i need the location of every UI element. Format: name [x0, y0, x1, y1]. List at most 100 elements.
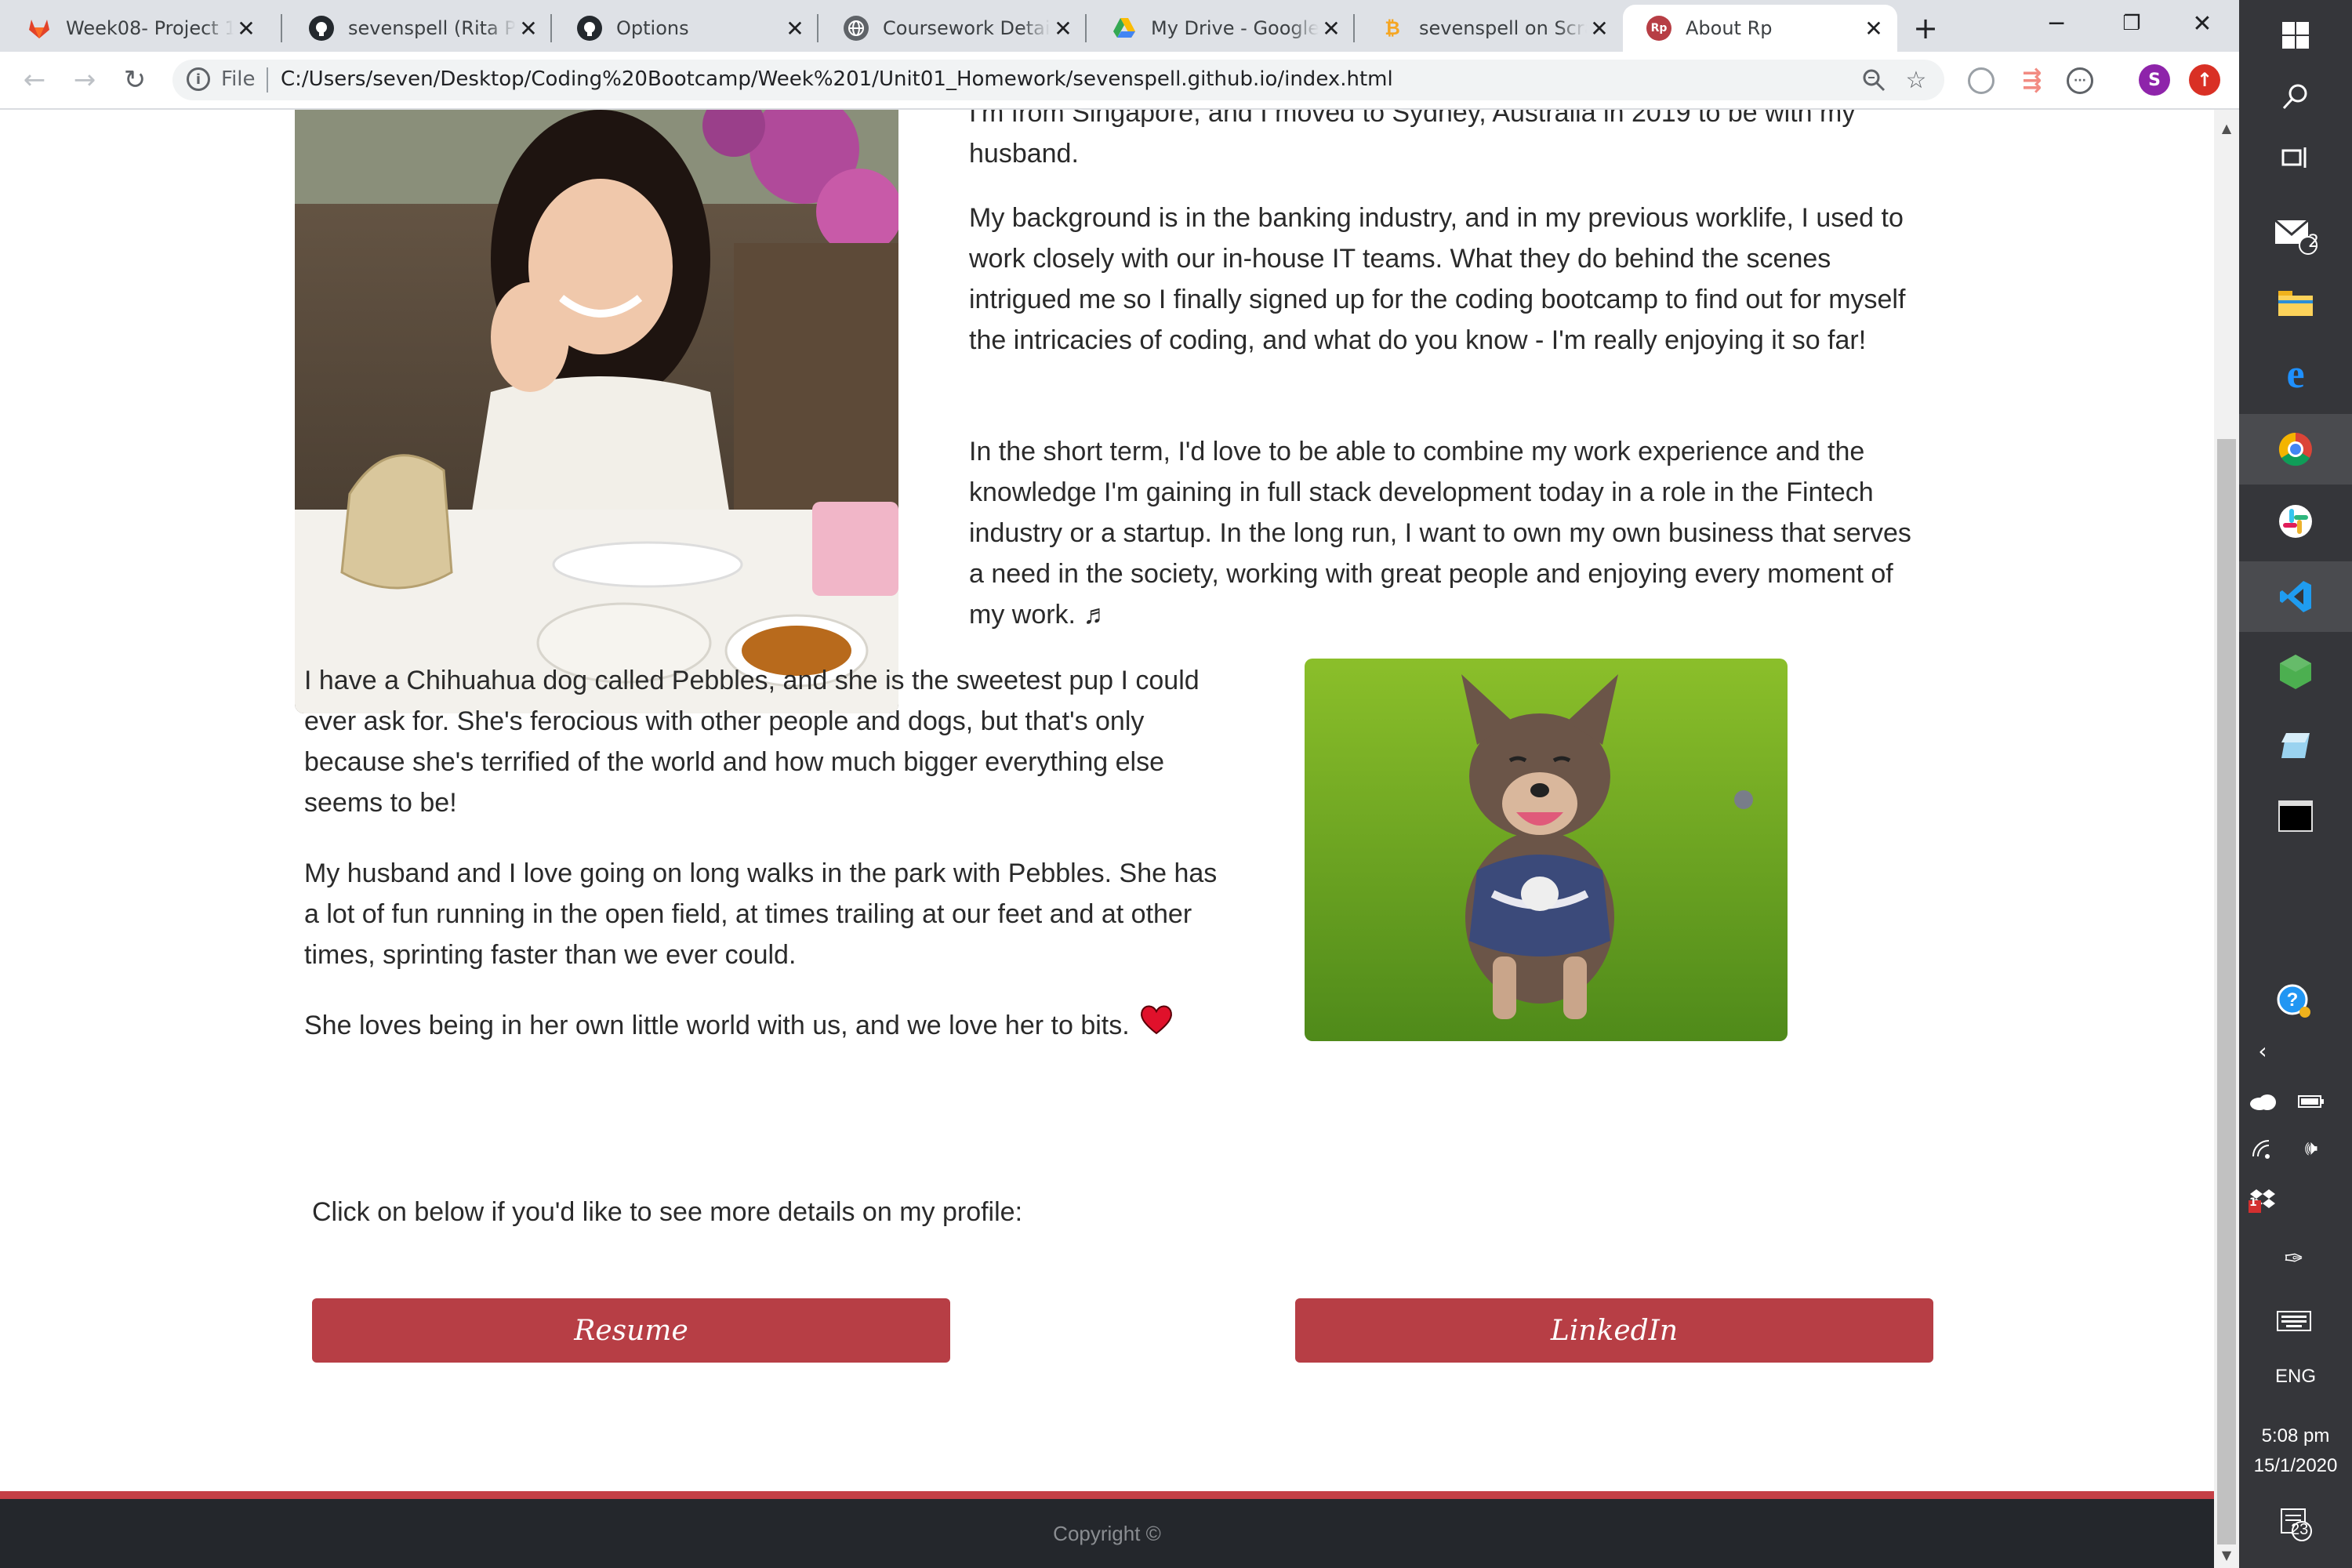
- extension-share-icon[interactable]: ⇶: [2016, 64, 2048, 96]
- task-view-button[interactable]: [2239, 122, 2352, 193]
- onedrive-icon[interactable]: [2239, 1082, 2286, 1121]
- github-icon: [577, 16, 602, 41]
- slack-button[interactable]: [2239, 486, 2352, 557]
- scroll-up-arrow-icon[interactable]: ▲: [2214, 116, 2239, 140]
- windows-logo-icon: [2282, 22, 2309, 49]
- mail-badge: 2: [2308, 232, 2319, 252]
- tab-title: sevenspell on Scratc: [1419, 17, 1587, 39]
- vscode-button[interactable]: [2239, 561, 2352, 632]
- tab-divider: [817, 14, 818, 42]
- scrollbar-thumb[interactable]: [2217, 439, 2236, 1544]
- close-icon[interactable]: ✕: [782, 16, 808, 42]
- profile-photo: [295, 110, 898, 713]
- windows-start-button[interactable]: [2239, 0, 2352, 71]
- background-paragraph: My background is in the banking industry…: [969, 203, 1906, 355]
- chrome-button[interactable]: [2239, 414, 2352, 485]
- address-scheme-label: File: [221, 67, 256, 91]
- extension-dots-icon[interactable]: ···: [2067, 67, 2093, 94]
- dropbox-icon[interactable]: 1: [2239, 1181, 2286, 1220]
- dropbox-badge: 1: [2249, 1196, 2257, 1209]
- dog-paragraph-2: My husband and I love going on long walk…: [304, 858, 1218, 970]
- tab-options[interactable]: Options ✕: [554, 5, 818, 52]
- windows-taskbar: 2 e ? ‹ 🕪 1 ✑: [2239, 0, 2352, 1568]
- app-button[interactable]: [2239, 710, 2352, 781]
- tab-google-drive[interactable]: My Drive - Google D ✕: [1088, 5, 1355, 52]
- tab-scratch[interactable]: ₿ sevenspell on Scratc ✕: [1356, 5, 1623, 52]
- extension-icon[interactable]: [1968, 67, 1994, 94]
- browser-tab-strip: Week08- Project 1-c ✕ sevenspell (Rita P…: [0, 0, 2239, 52]
- tab-divider: [1085, 14, 1087, 42]
- minimize-button[interactable]: ─: [2021, 3, 2092, 44]
- tab-title: Week08- Project 1-c: [66, 17, 234, 39]
- forward-button[interactable]: →: [66, 61, 103, 99]
- app-icon: [2281, 733, 2310, 758]
- dog-photo: [1305, 659, 1788, 1041]
- address-divider: [267, 67, 268, 93]
- wifi-icon[interactable]: [2239, 1129, 2286, 1168]
- goals-paragraph: In the short term, I'd love to be able t…: [969, 437, 1911, 630]
- update-icon[interactable]: ↑: [2189, 64, 2220, 96]
- close-icon[interactable]: ✕: [516, 16, 541, 42]
- dog-paragraph-3: She loves being in her own little world …: [304, 1010, 1130, 1040]
- tab-github-profile[interactable]: sevenspell (Rita Pan ✕: [285, 5, 552, 52]
- rp-logo-icon: Rp: [1646, 16, 1671, 41]
- close-icon[interactable]: ✕: [1051, 16, 1076, 42]
- reload-button[interactable]: ↻: [116, 61, 154, 99]
- keyboard-icon[interactable]: [2270, 1301, 2318, 1341]
- pen-icon[interactable]: ✑: [2270, 1239, 2318, 1278]
- edge-button[interactable]: e: [2239, 339, 2352, 409]
- battery-icon[interactable]: [2288, 1082, 2335, 1121]
- search-button[interactable]: [2239, 61, 2352, 132]
- volume-icon[interactable]: 🕪: [2288, 1129, 2335, 1168]
- tray-expand-icon[interactable]: ‹: [2239, 1031, 2286, 1070]
- tab-divider: [1353, 14, 1355, 42]
- tab-about-rp[interactable]: Rp About Rp ✕: [1623, 5, 1897, 52]
- slack-icon: [2279, 505, 2312, 538]
- action-center-icon[interactable]: 23: [2272, 1505, 2319, 1544]
- restore-button[interactable]: ❐: [2096, 3, 2167, 44]
- close-icon[interactable]: ✕: [1319, 16, 1344, 42]
- mail-app-button[interactable]: 2: [2239, 199, 2352, 270]
- globe-icon: [844, 16, 869, 41]
- heart-icon: [1139, 1004, 1174, 1047]
- scroll-down-arrow-icon[interactable]: ▼: [2214, 1543, 2239, 1566]
- page-scrollbar[interactable]: ▲ ▼: [2214, 110, 2239, 1568]
- help-icon[interactable]: ?: [2270, 982, 2318, 1021]
- search-icon: [2282, 84, 2307, 110]
- window-close-button[interactable]: ✕: [2167, 3, 2238, 44]
- edge-icon: e: [2286, 351, 2305, 397]
- close-icon[interactable]: ✕: [1861, 16, 1886, 42]
- nodejs-button[interactable]: [2239, 637, 2352, 707]
- file-explorer-button[interactable]: [2239, 267, 2352, 337]
- footer-accent-bar: [0, 1491, 2214, 1499]
- tab-title: Coursework Detail |: [883, 17, 1051, 39]
- tab-divider: [550, 14, 552, 42]
- address-url[interactable]: C:/Users/seven/Desktop/Coding%20Bootcamp…: [281, 67, 1393, 91]
- terminal-button[interactable]: [2239, 781, 2352, 851]
- tab-coursework[interactable]: Coursework Detail | ✕: [820, 5, 1087, 52]
- clock-date[interactable]: 15/1/2020: [2239, 1455, 2352, 1477]
- page-viewport: I'm from Singapore, and I moved to Sydne…: [0, 110, 2214, 1568]
- google-drive-icon: [1112, 16, 1137, 41]
- close-icon[interactable]: ✕: [1587, 16, 1612, 42]
- profile-avatar[interactable]: S: [2139, 64, 2170, 96]
- input-language[interactable]: ENG: [2239, 1366, 2352, 1388]
- bookmark-star-icon[interactable]: ☆: [1902, 66, 1930, 94]
- tab-gitlab[interactable]: Week08- Project 1-c ✕: [3, 5, 270, 52]
- zoom-icon[interactable]: [1860, 66, 1888, 94]
- back-button[interactable]: ←: [16, 61, 53, 99]
- clock-time[interactable]: 5:08 pm: [2239, 1425, 2352, 1447]
- intro-text-end: husband.: [969, 139, 1079, 169]
- footer: Copyright ©: [0, 1499, 2214, 1568]
- chrome-icon: [2278, 432, 2312, 466]
- browser-toolbar: ← → ↻ i File C:/Users/seven/Desktop/Codi…: [0, 52, 2239, 110]
- nodejs-icon: [2280, 655, 2311, 689]
- address-bar[interactable]: i File C:/Users/seven/Desktop/Coding%20B…: [172, 60, 1944, 100]
- linkedin-button[interactable]: LinkedIn: [1295, 1298, 1933, 1363]
- tab-title: About Rp: [1686, 17, 1773, 39]
- tab-divider: [281, 14, 282, 42]
- info-icon[interactable]: i: [187, 67, 210, 91]
- resume-button[interactable]: Resume: [312, 1298, 950, 1363]
- close-icon[interactable]: ✕: [234, 16, 259, 42]
- new-tab-button[interactable]: +: [1907, 9, 1944, 47]
